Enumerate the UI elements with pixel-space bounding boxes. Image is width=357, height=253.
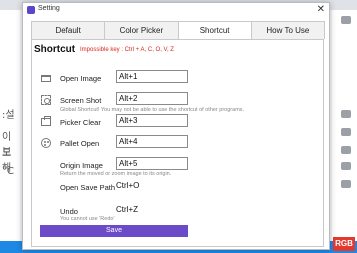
shortcut-label: Picker Clear: [60, 118, 101, 127]
background-left-panel: :설 이브 도해 °C: [0, 10, 20, 253]
toolbar-icon: [341, 180, 351, 188]
folder-icon: [41, 73, 51, 83]
tab-how-to-use[interactable]: How To Use: [250, 21, 325, 39]
toolbar-icon: [341, 146, 351, 154]
palette-icon: [41, 138, 51, 148]
shortcut-row-screen-shot: Screen Shot Alt+2: [32, 92, 323, 108]
close-button[interactable]: ✕: [317, 4, 325, 16]
toolbar-icon: [341, 16, 351, 24]
origin-image-shortcut-input[interactable]: Alt+5: [116, 157, 188, 170]
picker-clear-shortcut-input[interactable]: Alt+3: [116, 114, 188, 127]
title-bar[interactable]: Setting ✕: [23, 3, 329, 17]
pallet-open-shortcut-input[interactable]: Alt+4: [116, 135, 188, 148]
screen-shot-note: Global Shortcut! You may not be able to …: [60, 107, 245, 113]
page-title: Shortcut: [34, 44, 76, 55]
shortcut-panel: Shortcut Impossible key : Ctrl + A, C, O…: [31, 39, 324, 247]
shortcut-row-picker-clear: Picker Clear Alt+3: [32, 114, 323, 130]
undo-shortcut: Ctrl+Z: [116, 205, 138, 214]
impossible-key-note: Impossible key : Ctrl + A, C, O, V, Z: [80, 47, 174, 53]
picker-icon: [41, 116, 51, 127]
save-button[interactable]: Save: [40, 225, 188, 237]
window-title: Setting: [38, 5, 60, 12]
tab-color-picker[interactable]: Color Picker: [104, 21, 179, 39]
screen-shot-shortcut-input[interactable]: Alt+2: [116, 92, 188, 105]
background-text: °C: [2, 166, 14, 177]
app-icon: [27, 6, 35, 14]
shortcut-label: Open Save Path: [60, 183, 116, 192]
tab-shortcut[interactable]: Shortcut: [177, 21, 252, 40]
screenshot-icon: [41, 95, 51, 105]
shortcut-label: Screen Shot: [60, 96, 102, 105]
toolbar-icon: [341, 162, 351, 170]
undo-note: You cannot use 'Redo': [60, 216, 115, 222]
background-right-toolbar: [332, 10, 357, 253]
origin-image-note: Return the moved or zoom image to its or…: [60, 171, 172, 177]
open-image-shortcut-input[interactable]: Alt+1: [116, 70, 188, 83]
background-text: :설: [2, 110, 15, 121]
toolbar-icon: [341, 110, 351, 118]
shortcut-label: Undo: [60, 207, 78, 216]
shortcut-row-open-save-path: Open Save Path Ctrl+O: [32, 179, 323, 195]
shortcut-label: Origin Image: [60, 161, 103, 170]
shortcut-row-pallet-open: Pallet Open Alt+4: [32, 135, 323, 151]
shortcut-label: Open Image: [60, 74, 102, 83]
open-save-path-shortcut: Ctrl+O: [116, 181, 140, 190]
shortcut-row-open-image: Open Image Alt+1: [32, 70, 323, 86]
toolbar-icon: [341, 128, 351, 136]
tab-default[interactable]: Default: [31, 21, 106, 39]
settings-dialog: Setting ✕ Default Color Picker Shortcut …: [22, 2, 330, 250]
shortcut-label: Pallet Open: [60, 139, 100, 148]
rgb-badge[interactable]: RGB: [333, 237, 355, 251]
tab-bar: Default Color Picker Shortcut How To Use: [31, 21, 325, 40]
